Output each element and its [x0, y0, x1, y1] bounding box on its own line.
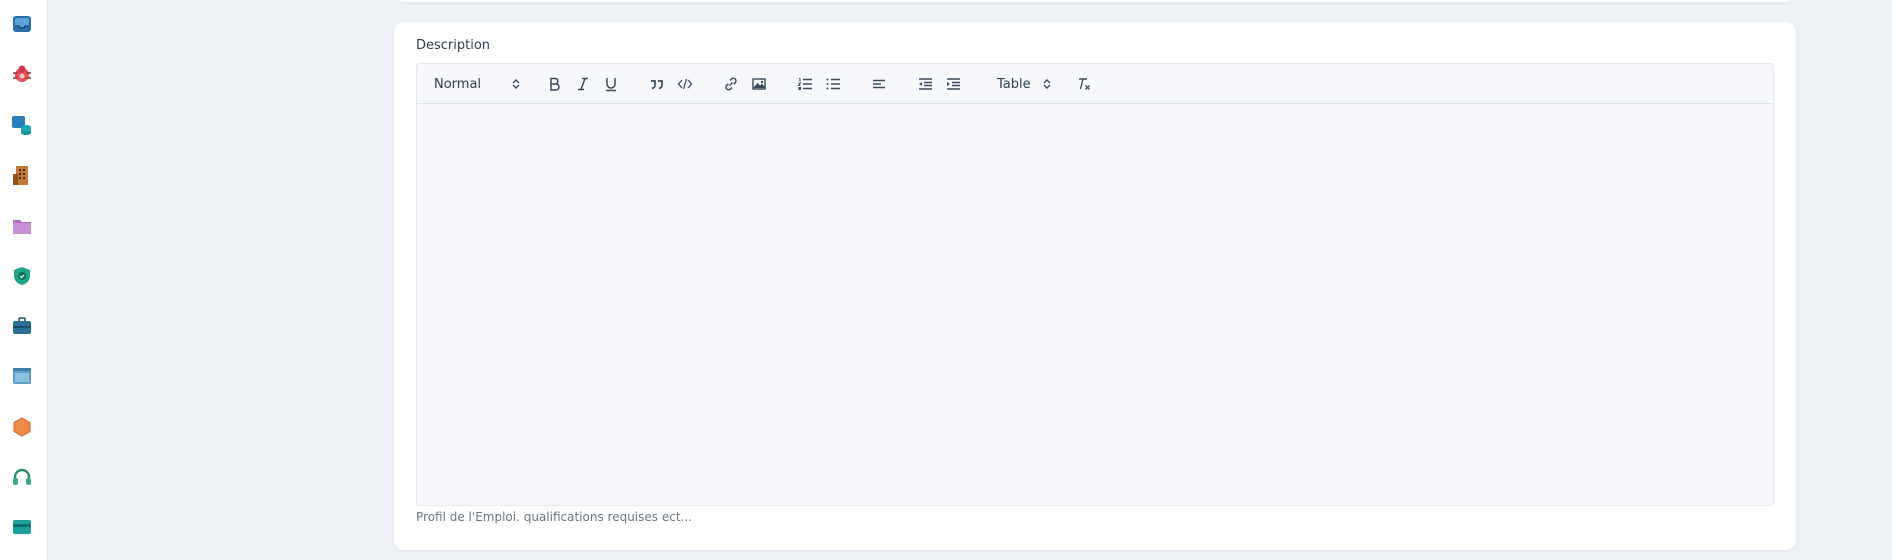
window-icon[interactable]: [10, 364, 34, 388]
heading-picker-label: Normal: [434, 76, 482, 92]
bold-button[interactable]: [547, 74, 563, 94]
bullet-list-button[interactable]: [825, 74, 841, 94]
rich-text-editor: Normal Table: [416, 63, 1774, 506]
italic-button[interactable]: [575, 74, 591, 94]
outdent-button[interactable]: [917, 74, 933, 94]
table-picker[interactable]: Table: [997, 74, 1051, 94]
bullet-list-icon: [826, 78, 840, 90]
building-icon[interactable]: [10, 163, 34, 187]
inbox-icon[interactable]: [10, 12, 34, 36]
indent-button[interactable]: [945, 74, 961, 94]
folder-icon[interactable]: [10, 214, 34, 238]
outdent-icon: [919, 78, 932, 90]
previous-card: [394, 0, 1796, 2]
ordered-list-button[interactable]: [797, 74, 813, 94]
code-block-button[interactable]: [677, 74, 693, 94]
link-icon: [725, 77, 737, 91]
italic-icon: [578, 77, 588, 91]
blockquote-button[interactable]: [649, 74, 665, 94]
indent-icon: [947, 78, 960, 90]
description-label: Description: [416, 38, 491, 53]
editor-toolbar: Normal Table: [417, 64, 1773, 104]
code-icon: [677, 78, 693, 90]
underline-icon: [606, 78, 616, 92]
quote-icon: [651, 80, 663, 90]
image-button[interactable]: [751, 74, 767, 94]
shield-check-icon[interactable]: [10, 264, 34, 288]
heading-picker[interactable]: Normal: [434, 74, 520, 94]
bug-icon[interactable]: [10, 62, 34, 86]
image-icon: [752, 78, 766, 90]
align-left-icon: [873, 79, 885, 89]
table-picker-label: Table: [997, 76, 1031, 92]
chevron-updown-icon: [1043, 79, 1051, 89]
database-icon[interactable]: [10, 113, 34, 137]
sidebar: [0, 0, 48, 560]
link-button[interactable]: [723, 74, 739, 94]
align-button[interactable]: [871, 74, 887, 94]
clear-format-button[interactable]: [1076, 74, 1092, 94]
bold-icon: [550, 77, 560, 91]
chevron-updown-icon: [512, 79, 520, 89]
editor-content[interactable]: [417, 104, 1773, 505]
underline-button[interactable]: [603, 74, 619, 94]
ordered-list-icon: [797, 78, 812, 90]
description-card: Description Normal Table Profil de l'Emp…: [394, 22, 1796, 550]
briefcase-icon[interactable]: [10, 314, 34, 338]
description-helper-text: Profil de l'Emploi. qualifications requi…: [416, 510, 692, 524]
clear-format-icon: [1079, 78, 1090, 90]
card-icon[interactable]: [10, 515, 34, 539]
headset-icon[interactable]: [10, 465, 34, 489]
hexagon-icon[interactable]: [10, 415, 34, 439]
